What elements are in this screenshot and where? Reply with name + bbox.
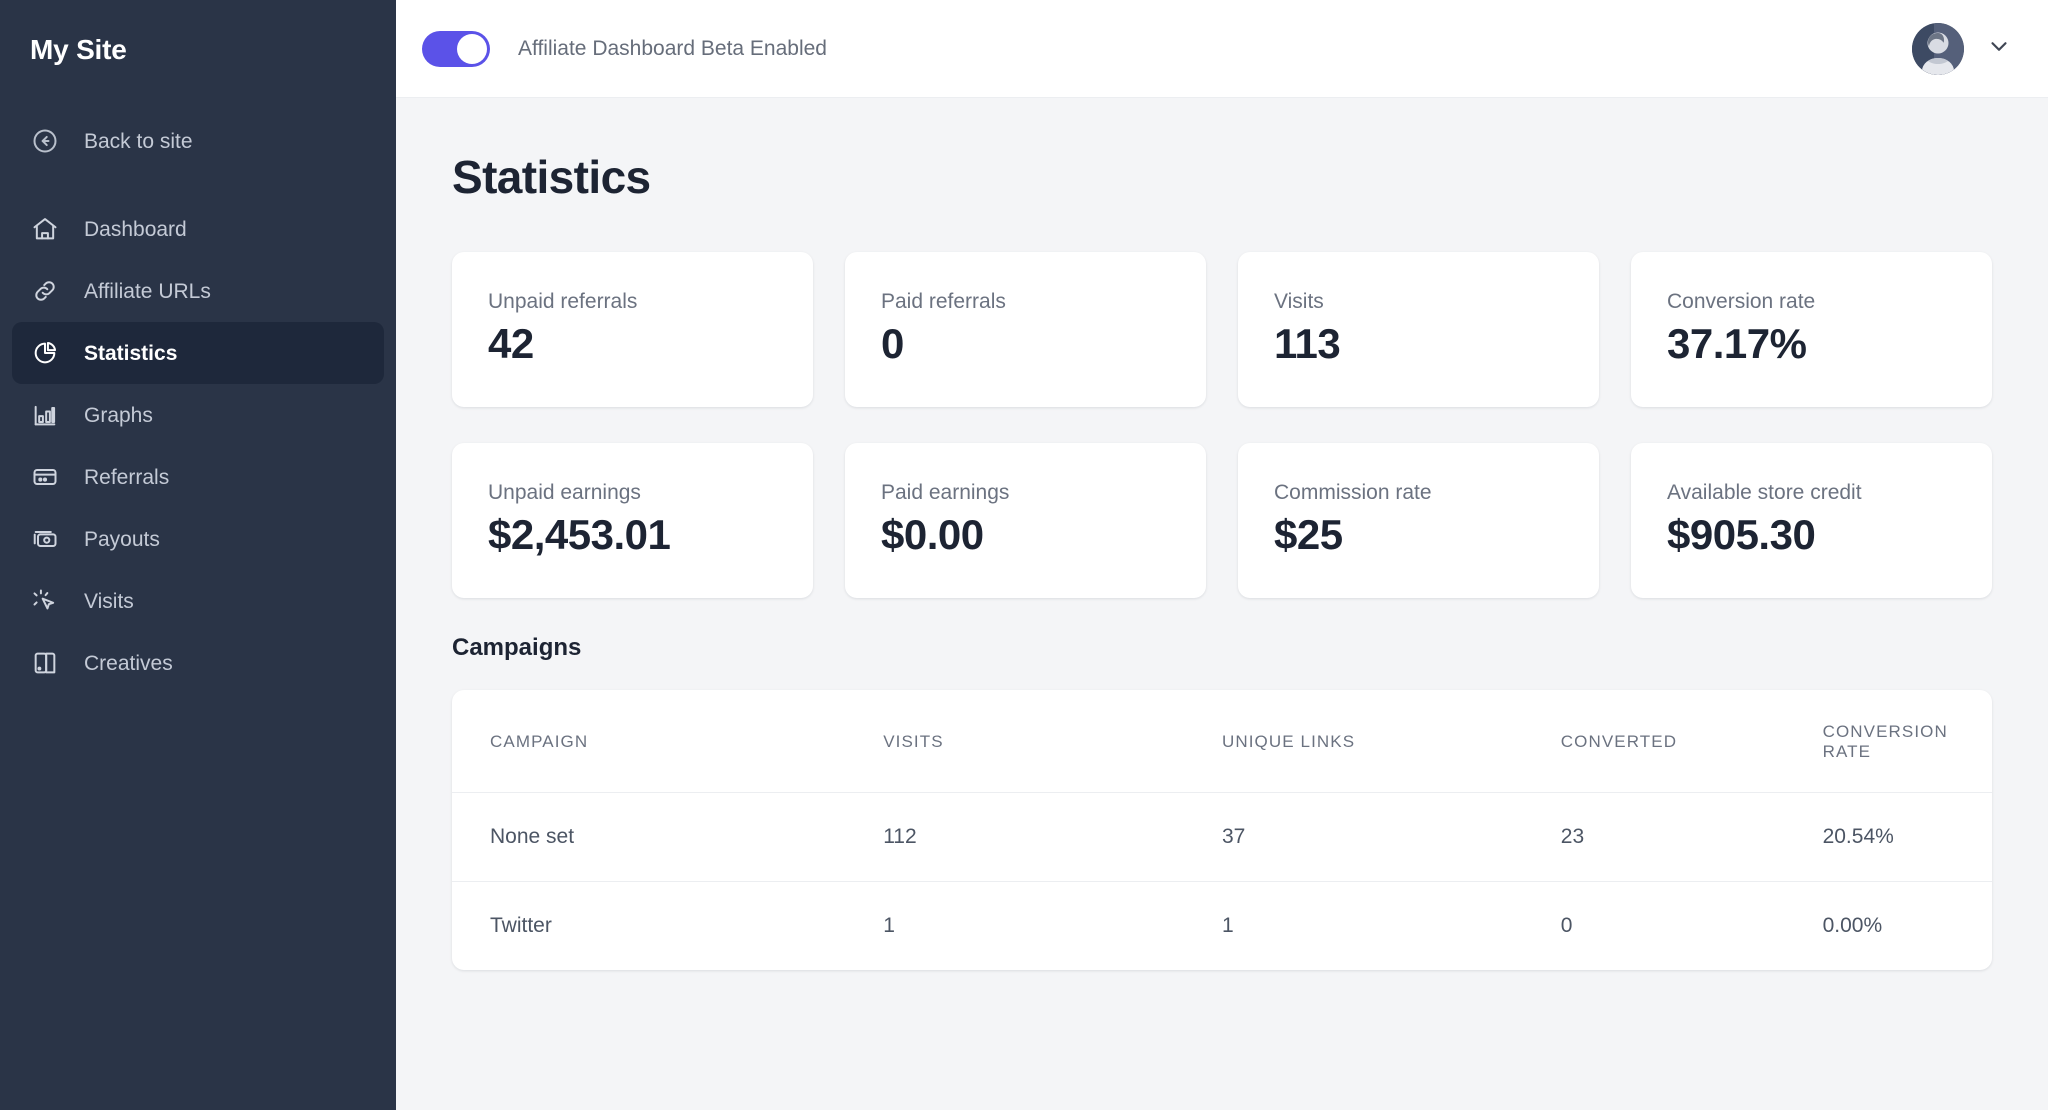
- app-root: My Site Back to site Dashboard Affiliate…: [0, 0, 2048, 1110]
- sidebar-nav: Back to site Dashboard Affiliate URLs St…: [0, 110, 396, 694]
- cell-campaign: None set: [452, 792, 884, 882]
- main-area: Affiliate Dashboard Beta Enabled Statist…: [396, 0, 2048, 1110]
- sidebar-item-back-to-site[interactable]: Back to site: [12, 110, 384, 172]
- sidebar-item-label: Dashboard: [84, 217, 187, 241]
- sidebar-item-label: Back to site: [84, 129, 193, 153]
- page-content: Statistics Unpaid referrals 42 Paid refe…: [396, 98, 2048, 1110]
- cell-campaign: Twitter: [490, 914, 552, 937]
- stat-value: $2,453.01: [488, 511, 671, 559]
- cell-unique-links: 1: [1221, 914, 1234, 937]
- page-title: Statistics: [452, 151, 651, 203]
- topbar-right: [1912, 22, 2012, 75]
- sidebar-item-label: Creatives: [84, 651, 173, 675]
- sidebar: My Site Back to site Dashboard Affiliate…: [0, 0, 396, 1110]
- campaigns-table-body: None set 112 37 23 20.54% Twitter 1 1 0 …: [452, 792, 1992, 971]
- arrow-left-circle-icon: [28, 124, 62, 158]
- sidebar-item-label: Graphs: [84, 403, 153, 427]
- column-header-visits: VISITS: [883, 690, 1222, 793]
- link-icon: [28, 274, 62, 308]
- toggle-knob: [457, 33, 487, 64]
- creatives-icon: [28, 646, 62, 680]
- topbar: Affiliate Dashboard Beta Enabled: [396, 0, 2048, 98]
- sidebar-item-label: Affiliate URLs: [84, 279, 211, 303]
- beta-toggle-label: Affiliate Dashboard Beta Enabled: [518, 36, 827, 60]
- chevron-down-icon: [1986, 33, 2012, 64]
- stat-card-conversion-rate: Conversion rate 37.17%: [1631, 252, 1992, 407]
- stats-row-2: Unpaid earnings $2,453.01 Paid earnings …: [452, 443, 1992, 598]
- site-title: My Site: [30, 34, 127, 65]
- bar-chart-icon: [28, 398, 62, 432]
- cell-conversion-rate: 0.00%: [1822, 914, 1883, 937]
- account-menu-button[interactable]: [1986, 33, 2012, 64]
- card-icon: [28, 460, 62, 494]
- sidebar-item-referrals[interactable]: Referrals: [12, 446, 384, 508]
- stat-card-commission-rate: Commission rate $25: [1238, 443, 1599, 598]
- stat-card-unpaid-earnings: Unpaid earnings $2,453.01: [452, 443, 813, 598]
- sidebar-item-payouts[interactable]: Payouts: [12, 508, 384, 570]
- stat-card-available-store-credit: Available store credit $905.30: [1631, 443, 1992, 598]
- column-header-unique-links: UNIQUE LINKS: [1221, 690, 1561, 793]
- stat-label: Available store credit: [1667, 481, 1862, 505]
- cell-visits: 112: [883, 792, 1222, 882]
- column-header-campaign: CAMPAIGN: [452, 690, 884, 793]
- stat-value: 42: [488, 320, 534, 368]
- stat-label: Unpaid earnings: [488, 481, 641, 505]
- stat-label: Paid referrals: [881, 290, 1006, 314]
- sidebar-item-graphs[interactable]: Graphs: [12, 384, 384, 446]
- stat-value: 113: [1274, 320, 1341, 368]
- sidebar-item-label: Statistics: [84, 341, 178, 365]
- column-header-conversion-rate: CONVERSION RATE: [1822, 690, 1992, 793]
- table-row[interactable]: Twitter 1 1 0 0.00%: [452, 882, 1992, 971]
- stat-card-unpaid-referrals: Unpaid referrals 42: [452, 252, 813, 407]
- stats-row-1: Unpaid referrals 42 Paid referrals 0 Vis…: [452, 252, 1992, 407]
- cell-converted: 0: [1560, 914, 1573, 937]
- stat-label: Unpaid referrals: [488, 290, 638, 314]
- money-icon: [28, 522, 62, 556]
- campaigns-table-card: CAMPAIGN VISITS UNIQUE LINKS CONVERTED C…: [452, 690, 1992, 970]
- sidebar-item-affiliate-urls[interactable]: Affiliate URLs: [12, 260, 384, 322]
- cell-unique-links: 37: [1221, 792, 1561, 882]
- stat-value: $905.30: [1667, 511, 1816, 559]
- stat-value: $0.00: [881, 511, 984, 559]
- stat-label: Conversion rate: [1667, 290, 1816, 314]
- stat-label: Visits: [1274, 290, 1324, 314]
- sidebar-item-dashboard[interactable]: Dashboard: [12, 198, 384, 260]
- table-header-row: CAMPAIGN VISITS UNIQUE LINKS CONVERTED C…: [452, 690, 1992, 793]
- home-icon: [28, 212, 62, 246]
- avatar[interactable]: [1912, 22, 1964, 75]
- cell-conversion-rate: 20.54%: [1822, 792, 1992, 882]
- sidebar-item-label: Visits: [84, 589, 134, 613]
- pie-chart-icon: [28, 336, 62, 370]
- stat-label: Paid earnings: [881, 481, 1010, 505]
- campaigns-section-title: Campaigns: [452, 634, 582, 661]
- table-row[interactable]: None set 112 37 23 20.54%: [452, 792, 1992, 882]
- column-header-converted: CONVERTED: [1560, 690, 1823, 793]
- sidebar-item-visits[interactable]: Visits: [12, 570, 384, 632]
- nav-divider-space: [0, 172, 396, 198]
- beta-toggle[interactable]: [422, 30, 490, 67]
- cell-converted: 23: [1560, 792, 1823, 882]
- stat-label: Commission rate: [1274, 481, 1432, 505]
- stat-card-visits: Visits 113: [1238, 252, 1599, 407]
- avatar-image: [1912, 22, 1964, 75]
- stat-value: 0: [881, 320, 904, 368]
- campaigns-table-head: CAMPAIGN VISITS UNIQUE LINKS CONVERTED C…: [452, 690, 1992, 793]
- stat-value: 37.17%: [1667, 320, 1807, 368]
- stat-value: $25: [1274, 511, 1343, 559]
- cursor-click-icon: [28, 584, 62, 618]
- sidebar-item-label: Referrals: [84, 465, 170, 489]
- sidebar-item-statistics[interactable]: Statistics: [12, 322, 384, 384]
- sidebar-item-label: Payouts: [84, 527, 160, 551]
- stat-card-paid-referrals: Paid referrals 0: [845, 252, 1206, 407]
- campaigns-table: CAMPAIGN VISITS UNIQUE LINKS CONVERTED C…: [452, 690, 1992, 970]
- stat-card-paid-earnings: Paid earnings $0.00: [845, 443, 1206, 598]
- cell-visits: 1: [883, 914, 895, 937]
- sidebar-item-creatives[interactable]: Creatives: [12, 632, 384, 694]
